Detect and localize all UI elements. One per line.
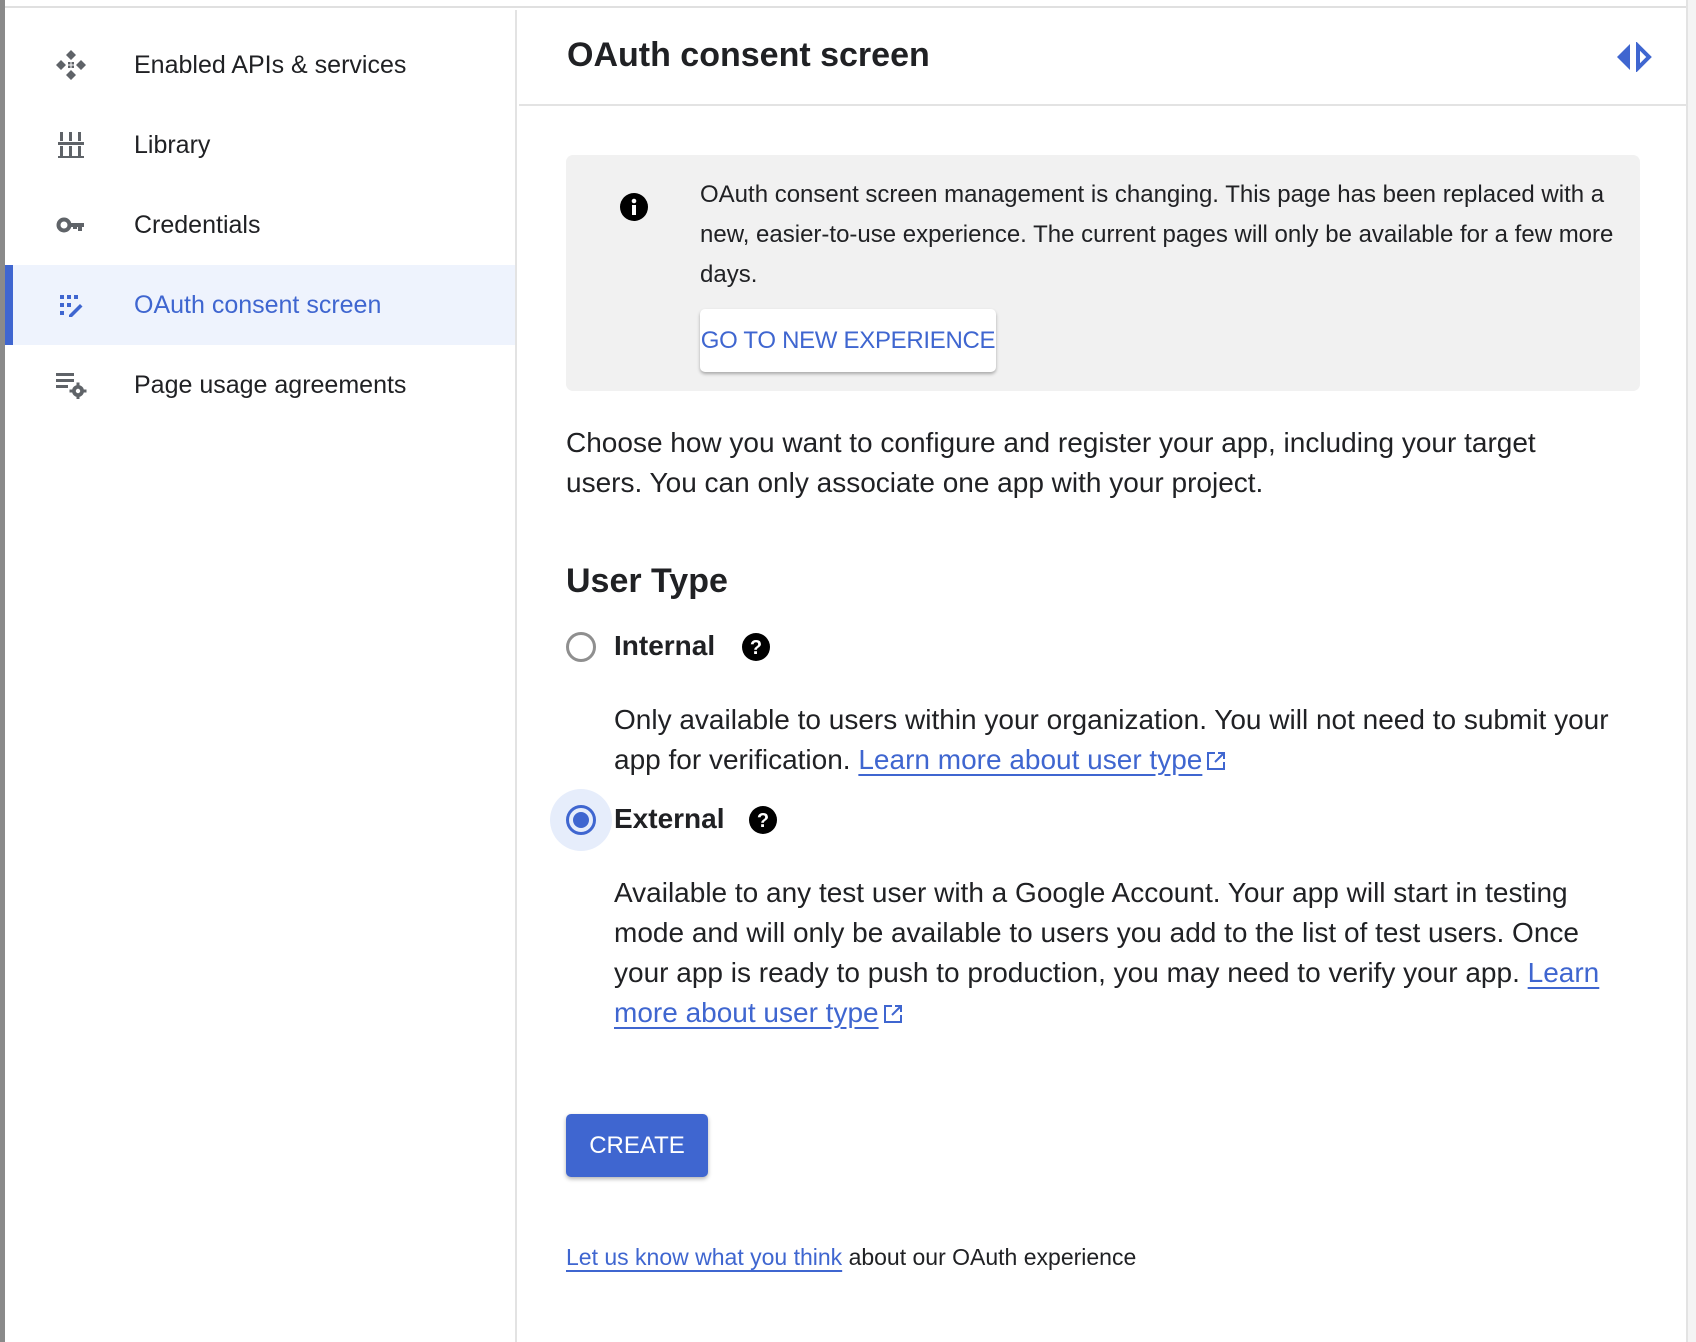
svg-text:?: ?	[750, 637, 762, 659]
consent-screen-icon	[53, 287, 89, 323]
sidebar-item-label: Page usage agreements	[134, 370, 407, 399]
page-title: OAuth consent screen	[567, 36, 930, 74]
sidebar-nav: Enabled APIs & services Library Credenti…	[5, 10, 517, 1342]
scrollbar[interactable]	[1686, 0, 1696, 1342]
sidebar-item-label: Library	[134, 130, 211, 159]
migration-notice-banner: OAuth consent screen management is chang…	[566, 155, 1640, 391]
learn-more-user-type-link[interactable]: Learn more about user type	[858, 744, 1202, 775]
sidebar-item-label: Credentials	[134, 210, 261, 239]
api-diamond-icon	[53, 47, 89, 83]
intro-text: Choose how you want to configure and reg…	[566, 427, 1536, 498]
external-label[interactable]: External	[614, 803, 725, 835]
key-icon	[53, 207, 89, 243]
svg-text:?: ?	[757, 810, 769, 832]
page-header: OAuth consent screen	[519, 10, 1686, 106]
sidebar-item-label: OAuth consent screen	[134, 290, 382, 319]
sidebar-item-label: Enabled APIs & services	[134, 50, 407, 79]
external-radio[interactable]	[550, 789, 612, 851]
help-icon[interactable]: ?	[742, 633, 770, 661]
sidebar-item-enabled-apis[interactable]: Enabled APIs & services	[5, 25, 515, 105]
external-link-icon	[883, 995, 903, 1023]
feedback-text: Let us know what you think about our OAu…	[566, 1244, 1137, 1270]
info-icon	[620, 193, 648, 221]
go-to-new-experience-button[interactable]: GO TO NEW EXPERIENCE	[700, 309, 996, 372]
panel-toggle-icon[interactable]	[1615, 41, 1655, 73]
sidebar-item-page-usage[interactable]: Page usage agreements	[5, 345, 515, 425]
feedback-link[interactable]: Let us know what you think	[566, 1244, 842, 1270]
sidebar-item-credentials[interactable]: Credentials	[5, 185, 515, 265]
banner-message: OAuth consent screen management is chang…	[700, 181, 1614, 288]
create-button[interactable]: CREATE	[566, 1114, 708, 1177]
help-icon[interactable]: ?	[749, 806, 777, 834]
internal-radio[interactable]	[550, 616, 612, 678]
settings-list-icon	[53, 367, 89, 403]
sidebar-item-oauth-consent[interactable]: OAuth consent screen	[5, 265, 515, 345]
sidebar-item-library[interactable]: Library	[5, 105, 515, 185]
library-icon	[53, 127, 89, 163]
user-type-heading: User Type	[566, 562, 728, 600]
window-top-edge	[5, 0, 1696, 8]
internal-label[interactable]: Internal	[614, 630, 715, 662]
external-description: Available to any test user with a Google…	[614, 877, 1600, 1028]
internal-description: Only available to users within your orga…	[614, 704, 1609, 775]
external-link-icon	[1206, 742, 1226, 770]
